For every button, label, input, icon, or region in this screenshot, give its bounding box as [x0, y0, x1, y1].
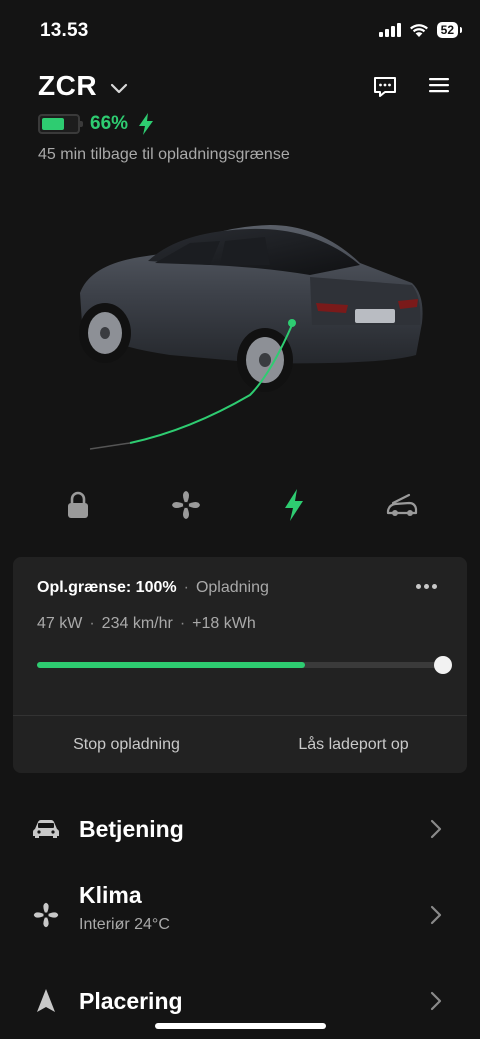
location-arrow-icon — [31, 986, 61, 1016]
vehicle-header: ZCR — [38, 70, 450, 110]
battery-percent: 66% — [90, 113, 129, 134]
chevron-right-icon — [430, 905, 442, 925]
status-icons: 52 — [378, 22, 463, 38]
charging-bolt-icon — [139, 113, 154, 135]
separator-dot: · — [89, 615, 95, 632]
vehicle-name[interactable]: ZCR — [38, 70, 97, 102]
cellular-signal-icon — [378, 23, 401, 37]
charge-progress-fill — [37, 662, 305, 668]
status-time: 13.53 — [40, 20, 89, 41]
header-actions — [372, 74, 450, 100]
energy-added: +18 kWh — [192, 615, 256, 632]
charge-summary: Opl.grænse: 100% · Opladning — [37, 579, 269, 597]
battery-icon: 52 — [436, 22, 463, 38]
quick-actions — [0, 485, 480, 525]
menu-title: Klima — [79, 882, 142, 908]
status-battery-level: 52 — [440, 23, 454, 37]
unlock-charge-port-button[interactable]: Lås ladeport op — [240, 725, 467, 765]
chevron-right-icon — [430, 991, 442, 1011]
status-bar: 13.53 52 — [0, 0, 480, 60]
more-options-button[interactable] — [411, 575, 441, 597]
card-divider — [13, 715, 467, 716]
charge-power: 47 kW — [37, 615, 83, 632]
car-icon — [31, 814, 61, 844]
battery-gauge — [38, 114, 83, 134]
trunk-icon — [386, 493, 418, 516]
charge-rate: 234 km/hr — [101, 615, 173, 632]
menu-subtitle: Interiør 24°C — [79, 916, 170, 933]
charge-state: Opladning — [195, 579, 269, 596]
charging-card: Opl.grænse: 100% · Opladning 47 kW · 234 km/… — [13, 557, 467, 773]
charging-bolt-icon — [285, 489, 303, 521]
menu-icon[interactable] — [428, 74, 450, 96]
separator-dot: · — [183, 579, 189, 596]
trunk-button[interactable] — [382, 485, 422, 525]
more-dot — [423, 583, 429, 589]
charging-button[interactable] — [274, 485, 314, 525]
home-indicator[interactable] — [155, 1023, 326, 1029]
chevron-down-icon[interactable] — [110, 82, 128, 94]
messages-icon[interactable] — [372, 74, 398, 100]
fan-icon — [172, 491, 200, 519]
battery-gauge-fill — [42, 118, 64, 130]
wifi-icon — [409, 23, 428, 37]
menu-title: Betjening — [79, 816, 184, 842]
car-image — [79, 225, 423, 450]
charge-limit-slider[interactable] — [37, 656, 452, 674]
menu-title: Placering — [79, 988, 183, 1014]
battery-status: 66% — [38, 113, 154, 135]
fan-icon — [31, 900, 61, 930]
charge-limit-label[interactable]: Opl.grænse: 100% — [37, 579, 177, 596]
menu-item-controls[interactable]: Betjening — [0, 800, 480, 860]
stop-charging-button[interactable]: Stop opladning — [13, 725, 240, 765]
separator-dot: · — [179, 615, 186, 632]
menu-item-climate[interactable]: Klima Interiør 24°C — [0, 875, 480, 955]
charge-limit-handle[interactable] — [434, 656, 452, 674]
lock-icon — [68, 491, 88, 518]
lock-button[interactable] — [58, 485, 98, 525]
chevron-right-icon — [430, 819, 442, 839]
more-dot — [415, 583, 421, 589]
more-dot — [431, 583, 437, 589]
charge-stats: 47 kW · 234 km/hr · +18 kWh — [37, 615, 256, 633]
time-to-limit: 45 min tilbage til opladningsgrænse — [38, 146, 290, 163]
climate-button[interactable] — [166, 485, 206, 525]
